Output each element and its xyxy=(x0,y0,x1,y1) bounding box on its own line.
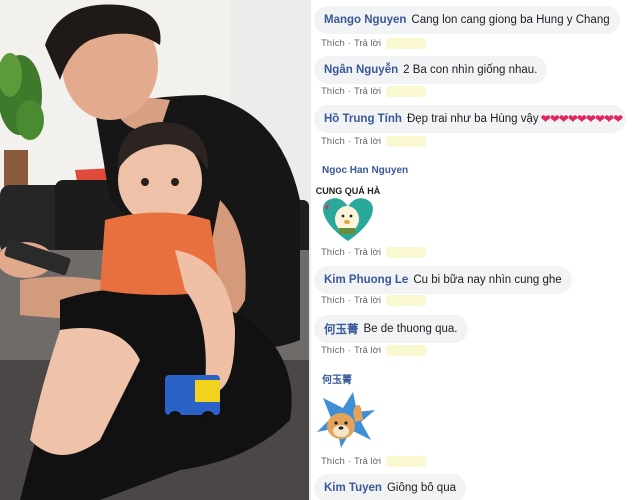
reply-link[interactable]: Trả lời xyxy=(354,345,381,356)
comment-author[interactable]: Ngân Nguyễn xyxy=(324,64,398,76)
redacted-timestamp xyxy=(385,37,426,49)
heart-emoji-icon: ❤❤❤❤❤❤❤❤❤ xyxy=(540,112,623,126)
comment-text: Be de thuong qua. xyxy=(363,323,458,335)
comment-bubble: Ngân Nguyễn 2 Ba con nhìn giống nhau. xyxy=(314,56,548,84)
redacted-timestamp xyxy=(385,344,426,356)
comment-actions: Thích · Trả lời xyxy=(321,454,426,468)
comment-author[interactable]: Kim Tuyen xyxy=(324,482,382,494)
comment-author[interactable]: Kim Phuong Le xyxy=(324,274,408,286)
like-link[interactable]: Thích xyxy=(321,86,345,97)
reply-link[interactable]: Trả lời xyxy=(354,136,381,147)
comment-actions: Thích · Trả lời xyxy=(321,343,426,357)
comment-actions: Thích · Trả lời xyxy=(321,134,426,148)
comment-actions: Thích · Trả lời xyxy=(321,293,426,307)
redacted-timestamp xyxy=(385,135,426,147)
sticker-dog-thumbs-up[interactable] xyxy=(313,390,379,455)
comment-bubble: Hồ Trung Tính Đẹp trai như ba Hùng vậy ❤… xyxy=(314,105,627,133)
comments-panel: Mango Nguyen Cang lon cang giong ba Hung… xyxy=(311,0,640,500)
reply-link[interactable]: Trả lời xyxy=(354,295,381,306)
reply-link[interactable]: Trả lời xyxy=(354,86,381,97)
reply-link[interactable]: Trả lời xyxy=(354,456,381,467)
like-link[interactable]: Thích xyxy=(321,345,345,356)
comment-author[interactable]: 何玉菁 xyxy=(322,371,352,386)
comment-text: Đẹp trai như ba Hùng vậy xyxy=(406,113,539,125)
like-link[interactable]: Thích xyxy=(321,295,345,306)
post-photo[interactable] xyxy=(0,0,309,500)
comment-text: 2 Ba con nhìn giống nhau. xyxy=(403,64,538,76)
comment-text: Cang lon cang giong ba Hung y Chang xyxy=(411,14,610,26)
comment-bubble: Kim Tuyen Giông bô qua xyxy=(314,474,466,500)
comment-bubble: Ngoc Han Nguyen xyxy=(314,160,421,180)
dog-sticker-icon xyxy=(317,392,375,448)
comment-actions: Thích · Trả lời xyxy=(321,36,426,50)
comment-actions: Thích · Trả lời xyxy=(321,84,426,98)
reply-link[interactable]: Trả lời xyxy=(354,38,381,49)
photo-illustration xyxy=(0,0,309,500)
like-link[interactable]: Thích xyxy=(321,456,345,467)
comment-actions: Thích · Trả lời xyxy=(321,245,426,259)
redacted-timestamp xyxy=(385,455,426,467)
comment-bubble: 何玉菁 Be de thuong qua. xyxy=(314,315,468,343)
comment-bubble: Kim Phuong Le Cu bi bữa nay nhìn cung gh… xyxy=(314,266,572,294)
comment-text: Cu bi bữa nay nhìn cung ghe xyxy=(413,274,562,286)
comment-text: Giông bô qua xyxy=(386,482,456,494)
redacted-timestamp xyxy=(385,294,426,306)
comment-author[interactable]: 何玉菁 xyxy=(324,321,359,337)
redacted-timestamp xyxy=(385,246,426,258)
like-link[interactable]: Thích xyxy=(321,136,345,147)
sticker-cung-qua-ha[interactable]: CUNG QUÁ HÀ xyxy=(313,183,383,248)
reply-link[interactable]: Trả lời xyxy=(354,247,381,258)
sticker-icon: CUNG QUÁ HÀ xyxy=(316,186,381,241)
comment-author[interactable]: Hồ Trung Tính xyxy=(324,113,402,125)
comment-bubble: Mango Nguyen Cang lon cang giong ba Hung… xyxy=(314,6,620,34)
redacted-timestamp xyxy=(385,85,426,97)
like-link[interactable]: Thích xyxy=(321,247,345,258)
comment-author[interactable]: Mango Nguyen xyxy=(324,14,406,26)
comment-author[interactable]: Ngoc Han Nguyen xyxy=(322,165,408,176)
like-link[interactable]: Thích xyxy=(321,38,345,49)
comment-bubble: 何玉菁 xyxy=(314,368,365,388)
sticker-caption: CUNG QUÁ HÀ xyxy=(316,186,381,196)
